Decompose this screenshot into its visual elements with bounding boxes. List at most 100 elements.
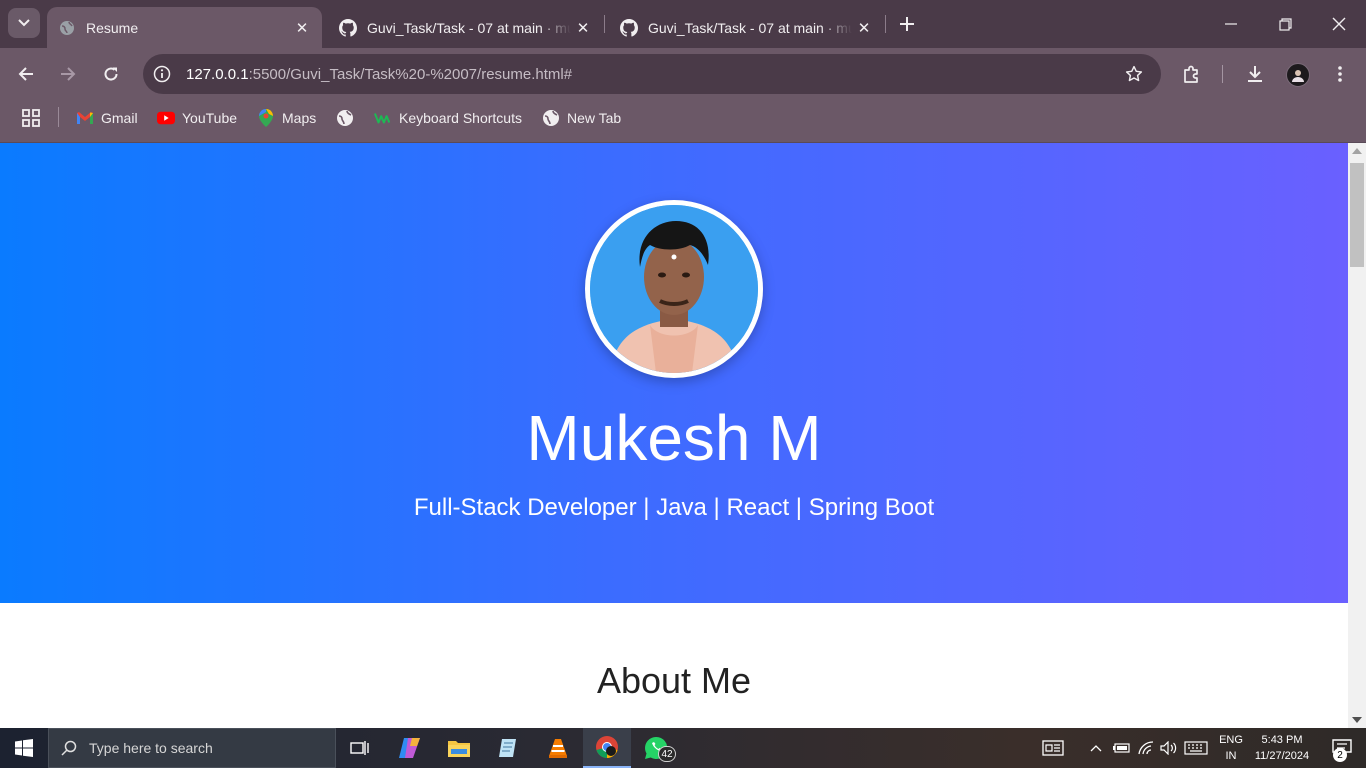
puzzle-icon	[1184, 65, 1198, 83]
network-status[interactable]	[1134, 728, 1158, 768]
vertical-scrollbar[interactable]	[1348, 143, 1366, 728]
globe-icon	[58, 19, 76, 37]
windows-logo-icon	[15, 739, 33, 757]
url-host: 127.0.0.1	[186, 65, 249, 83]
battery-icon	[1113, 743, 1130, 753]
keyboard-icon	[1184, 741, 1208, 755]
bookmark-keyboard-shortcuts[interactable]: Keyboard Shortcuts	[374, 105, 522, 131]
minimize-icon	[1225, 23, 1237, 25]
bookmark-label: Keyboard Shortcuts	[399, 110, 522, 126]
taskbar-app-chrome[interactable]	[583, 728, 631, 768]
battery-status[interactable]	[1110, 728, 1132, 768]
whatsapp-unread-badge: 42	[658, 746, 676, 762]
tab-github-2[interactable]: Guvi_Task/Task - 07 at main · mukesh ✕	[609, 7, 884, 48]
bookmark-label: New Tab	[567, 110, 622, 126]
bookmark-youtube[interactable]: YouTube	[157, 105, 237, 131]
more-vertical-icon	[1338, 66, 1342, 82]
back-button[interactable]	[10, 58, 42, 90]
globe-icon	[336, 109, 354, 127]
news-widget-button[interactable]	[1036, 728, 1070, 768]
bookmark-label: YouTube	[182, 110, 238, 126]
plus-icon	[900, 17, 914, 31]
bookmark-maps[interactable]: Maps	[257, 105, 316, 131]
arrow-left-icon	[18, 67, 33, 81]
bookmark-globe[interactable]	[336, 105, 361, 131]
chrome-menu-button[interactable]	[1324, 58, 1356, 90]
bookmark-gmail[interactable]: Gmail	[76, 105, 138, 131]
globe-icon	[542, 109, 560, 127]
reload-button[interactable]	[95, 58, 127, 90]
scrollbar-thumb[interactable]	[1350, 163, 1364, 267]
tab-resume[interactable]: Resume ✕	[47, 7, 322, 48]
address-bar[interactable]: 127.0.0.1:5500/Guvi_Task/Task%20-%2007/r…	[143, 54, 1161, 94]
notification-count-badge: 2	[1333, 748, 1347, 762]
tab-divider	[604, 15, 605, 33]
wifi-icon	[1138, 741, 1154, 755]
apps-grid-icon[interactable]	[20, 107, 42, 129]
tab-title: Guvi_Task/Task - 07 at main · mukesh	[367, 19, 571, 36]
tab-strip: Resume ✕ Guvi_Task/Task - 07 at main · m…	[0, 0, 1366, 48]
taskbar-search[interactable]: Type here to search	[48, 728, 336, 768]
forward-button[interactable]	[52, 58, 84, 90]
toolbar-divider	[1222, 65, 1223, 83]
copilot-icon	[399, 738, 420, 758]
profile-photo	[585, 200, 763, 378]
scroll-up-arrow[interactable]	[1352, 148, 1362, 154]
site-info-icon[interactable]	[150, 62, 174, 86]
browser-toolbar: 127.0.0.1:5500/Guvi_Task/Task%20-%2007/r…	[0, 48, 1366, 100]
new-tab-button[interactable]	[893, 10, 921, 38]
chrome-icon	[596, 736, 618, 758]
task-view-button[interactable]	[336, 728, 384, 768]
close-icon[interactable]: ✕	[571, 16, 595, 40]
bookmark-new-tab[interactable]: New Tab	[542, 105, 621, 131]
close-window-button[interactable]	[1312, 0, 1366, 48]
notepad-icon	[499, 739, 516, 757]
taskbar-app-copilot[interactable]	[386, 728, 434, 768]
news-icon	[1042, 740, 1064, 756]
speaker-icon	[1160, 741, 1177, 755]
arrow-right-icon	[61, 67, 76, 81]
tab-title: Resume	[86, 19, 139, 36]
tab-divider	[885, 15, 886, 33]
task-view-icon	[350, 741, 369, 755]
restore-icon	[1278, 17, 1292, 31]
bookmark-star-icon[interactable]	[1123, 63, 1145, 85]
start-button[interactable]	[0, 728, 48, 768]
extensions-button[interactable]	[1176, 58, 1208, 90]
gmail-icon	[76, 109, 94, 127]
close-icon[interactable]: ✕	[852, 16, 876, 40]
system-clock[interactable]: 5:43 PM 11/27/2024	[1250, 732, 1314, 764]
maps-icon	[257, 109, 275, 127]
profile-picture-icon	[1292, 70, 1304, 82]
search-placeholder: Type here to search	[89, 740, 213, 756]
youtube-icon	[157, 109, 175, 127]
touch-keyboard-button[interactable]	[1182, 728, 1210, 768]
bookmark-label: Gmail	[101, 110, 138, 126]
folder-icon	[448, 741, 470, 757]
volume-control[interactable]	[1158, 728, 1180, 768]
tab-search-button[interactable]	[8, 8, 40, 38]
show-hidden-icons-button[interactable]	[1086, 728, 1106, 768]
download-icon	[1248, 66, 1262, 82]
tab-github-1[interactable]: Guvi_Task/Task - 07 at main · mukesh ✕	[328, 7, 603, 48]
url-path: :5500/Guvi_Task/Task%20-%2007/resume.htm…	[248, 65, 573, 83]
profile-photo-image	[590, 205, 758, 373]
reload-icon	[104, 67, 118, 81]
restore-button[interactable]	[1258, 0, 1312, 48]
input-language[interactable]: ENG IN	[1216, 732, 1246, 764]
scroll-down-arrow[interactable]	[1352, 717, 1362, 723]
close-icon	[1332, 17, 1346, 31]
github-icon	[339, 18, 357, 37]
close-icon[interactable]: ✕	[290, 16, 314, 40]
bookmarks-divider	[58, 107, 59, 127]
minimize-button[interactable]	[1204, 0, 1258, 48]
language-code: ENG	[1219, 734, 1243, 746]
taskbar-app-vlc[interactable]	[534, 728, 582, 768]
profile-avatar[interactable]	[1286, 63, 1310, 87]
taskbar-app-file-explorer[interactable]	[435, 728, 483, 768]
url-text: 127.0.0.1:5500/Guvi_Task/Task%20-%2007/r…	[186, 66, 572, 83]
tagline: Full-Stack Developer | Java | React | Sp…	[413, 494, 935, 521]
downloads-button[interactable]	[1239, 58, 1271, 90]
taskbar-app-notepad[interactable]	[484, 728, 532, 768]
bookmark-label: Maps	[282, 110, 317, 126]
